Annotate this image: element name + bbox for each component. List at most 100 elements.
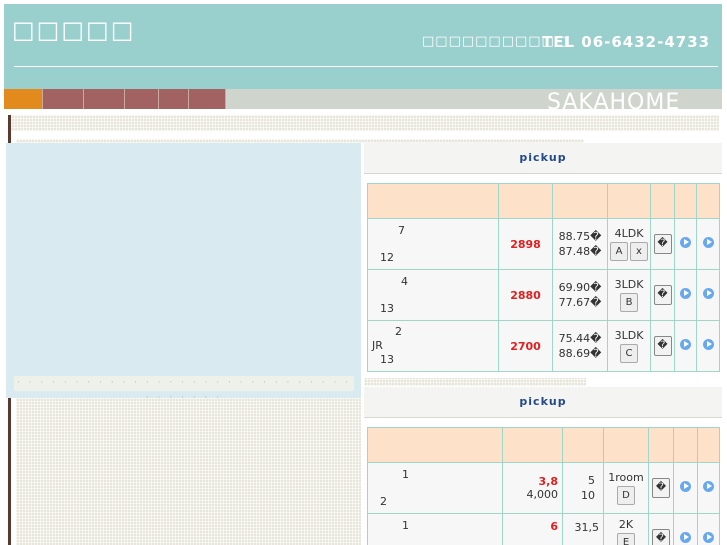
layout-value: 4LDK (614, 227, 644, 240)
pickup-table: 7 12 2898 88.75� 87.48� 4LDK Ax � 4 13 2… (367, 183, 720, 372)
header-cell (498, 183, 553, 219)
plan-button-x[interactable]: x (630, 242, 648, 261)
pickup-header: pickup (364, 387, 722, 418)
layout-cell: 2K E (603, 513, 649, 545)
nav-tab-3[interactable] (84, 89, 125, 109)
header-cell (367, 183, 499, 219)
table-row[interactable]: 2 JR 13 2700 75.44� 88.69� 3LDK C � (367, 320, 720, 372)
play-cell (697, 513, 720, 545)
play-icon[interactable] (680, 288, 691, 299)
nav-tab-1[interactable] (4, 89, 43, 109)
play-icon[interactable] (703, 532, 714, 543)
play-icon[interactable] (702, 237, 714, 248)
main-content-panel: · · · · · · · · · · · · · · · · · · · · … (6, 143, 361, 403)
detail-cell: � (650, 320, 675, 372)
price-cell: 6 (502, 513, 563, 545)
area-value-1: 31,5 (574, 521, 600, 534)
layout-cell: 3LDK B (607, 269, 651, 321)
table-row[interactable]: 1 2 3,8 4,000 5 10 1room D � (367, 462, 720, 514)
detail-button[interactable]: � (652, 478, 670, 498)
play-cell (696, 218, 720, 270)
play-icon[interactable] (680, 237, 691, 248)
left-panel-footer-bar: · · · · · · · · · · · · · · · · · · · · … (14, 376, 354, 403)
address-cell: 7 12 (367, 218, 499, 270)
address-line-3: 13 (380, 353, 394, 366)
pickup-table: 1 2 3,8 4,000 5 10 1room D � 1 6 31,5 2K… (367, 427, 720, 545)
area-value-2: 88.69� (558, 347, 602, 360)
address-line-1: 1 (402, 519, 409, 532)
brand-logo-text: SAKAHOME (547, 90, 681, 115)
price-cell: 2700 (498, 320, 553, 372)
area-cell: 75.44� 88.69� (552, 320, 608, 372)
price-value: 3,8 (538, 475, 559, 488)
address-line-3: 2 (380, 495, 387, 508)
nav-tab-4[interactable] (125, 89, 159, 109)
price-cell: 2898 (498, 218, 553, 270)
table-row[interactable]: 4 13 2880 69.90� 77.67� 3LDK B � (367, 269, 720, 321)
pickup-title: pickup (519, 395, 567, 408)
table-row[interactable]: 7 12 2898 88.75� 87.48� 4LDK Ax � (367, 218, 720, 270)
layout-cell: 3LDK C (607, 320, 651, 372)
play-cell (696, 269, 720, 321)
play-icon[interactable] (680, 532, 691, 543)
header-phone: TEL 06-6432-4733 (542, 33, 711, 51)
price-cell: 2880 (498, 269, 553, 321)
table-header-row (367, 427, 720, 463)
header-cell (697, 427, 720, 463)
play-icon[interactable] (703, 481, 714, 492)
play-icon[interactable] (702, 288, 714, 299)
play-cell (674, 218, 697, 270)
plan-button-c[interactable]: C (620, 344, 638, 363)
table-header-row (367, 183, 720, 219)
layout-value: 3LDK (614, 329, 644, 342)
play-icon[interactable] (702, 339, 714, 350)
pickup-section-1: pickup 7 12 2898 88.75� 87.48� 4LDK A x … (364, 143, 722, 372)
plan-button-b[interactable]: B (620, 293, 638, 312)
address-line-1: 7 (398, 224, 405, 237)
price-cell: 3,8 4,000 (502, 462, 563, 514)
play-icon[interactable] (680, 339, 691, 350)
nav-bar: SAKAHOME (4, 89, 722, 115)
header-cell (603, 427, 649, 463)
address-cell: 1 (367, 513, 503, 545)
detail-cell: � (648, 513, 674, 545)
section-separator (364, 378, 586, 386)
address-line-1: 4 (401, 275, 408, 288)
table-row[interactable]: 1 6 31,5 2K E � (367, 513, 720, 545)
play-cell (697, 462, 720, 514)
pickup-section-2: pickup 1 2 3,8 4,000 5 10 1room D � 1 6 … (364, 387, 722, 545)
address-line-1: 2 (395, 325, 402, 338)
nav-tab-2[interactable] (43, 89, 84, 109)
price-value-2: 4,000 (526, 488, 559, 501)
pickup-header: pickup (364, 143, 722, 174)
play-icon[interactable] (680, 481, 691, 492)
nav-tab-5[interactable] (159, 89, 189, 109)
address-line-1: 1 (402, 468, 409, 481)
site-title[interactable]: □□□□□ (12, 16, 135, 44)
detail-button[interactable]: � (653, 285, 672, 305)
area-cell: 5 10 (562, 462, 604, 514)
layout-value: 2K (618, 518, 634, 531)
header-cell (673, 427, 698, 463)
area-value-2: 87.48� (558, 245, 602, 258)
pickup-title: pickup (519, 151, 567, 164)
plan-button-a[interactable]: A (610, 242, 628, 261)
plan-button-e[interactable]: E (617, 533, 635, 545)
detail-button[interactable]: � (653, 234, 672, 254)
area-value-1: 5 (588, 474, 595, 487)
play-cell (673, 513, 698, 545)
layout-cell: 1room D (603, 462, 649, 514)
address-line-3: 13 (380, 302, 394, 315)
price-value: 6 (550, 520, 558, 533)
header-cell (674, 183, 697, 219)
area-value-1: 88.75� (558, 230, 602, 243)
detail-button[interactable]: � (653, 336, 672, 356)
detail-cell: � (650, 218, 675, 270)
area-cell: 88.75� 87.48� (552, 218, 608, 270)
layout-cell: 4LDK Ax (607, 218, 651, 270)
detail-button[interactable]: � (652, 529, 670, 545)
plan-button-d[interactable]: D (617, 486, 635, 505)
address-cell: 4 13 (367, 269, 499, 321)
area-cell: 31,5 (562, 513, 604, 545)
nav-tab-6[interactable] (189, 89, 226, 109)
